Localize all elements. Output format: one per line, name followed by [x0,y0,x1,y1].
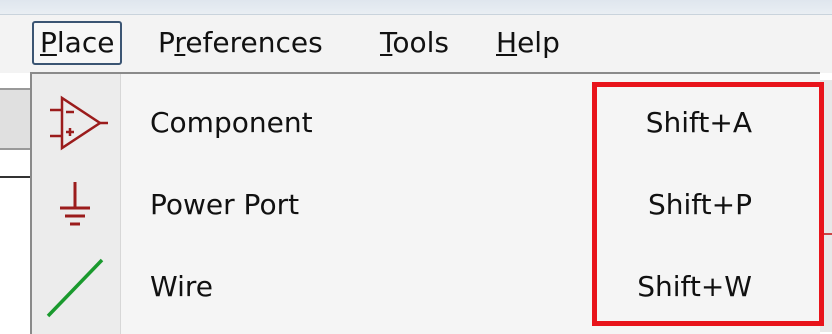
power-port-icon [40,172,110,238]
menu-tools-accel: T [380,26,393,59]
menu-preferences[interactable]: Preferences [152,23,329,63]
window-top-strip [0,0,832,15]
menu-help[interactable]: Help [490,23,566,63]
menu-tools[interactable]: Tools [374,23,455,63]
shortcut-highlight-box [592,82,824,326]
menu-help-rest: elp [517,26,560,59]
menu-place[interactable]: Place [32,21,123,65]
menu-item-power-port-label: Power Port [150,188,300,221]
menu-bar: Place Preferences Tools Help [0,15,832,73]
menu-item-component-label: Component [150,106,313,139]
component-icon [40,90,110,156]
menu-preferences-accel: r [174,26,186,59]
menu-item-wire-label: Wire [150,270,213,303]
background-toolbar-fragment [0,88,30,150]
menu-help-accel: H [496,26,518,59]
background-wire-fragment [0,176,30,178]
menu-place-accel: P [40,26,57,59]
menu-tools-rest: ools [392,26,449,59]
menu-preferences-rest: eferences [185,26,323,59]
menu-place-rest: lace [56,26,115,59]
menu-preferences-pre: P [158,26,175,59]
wire-icon [40,254,110,320]
